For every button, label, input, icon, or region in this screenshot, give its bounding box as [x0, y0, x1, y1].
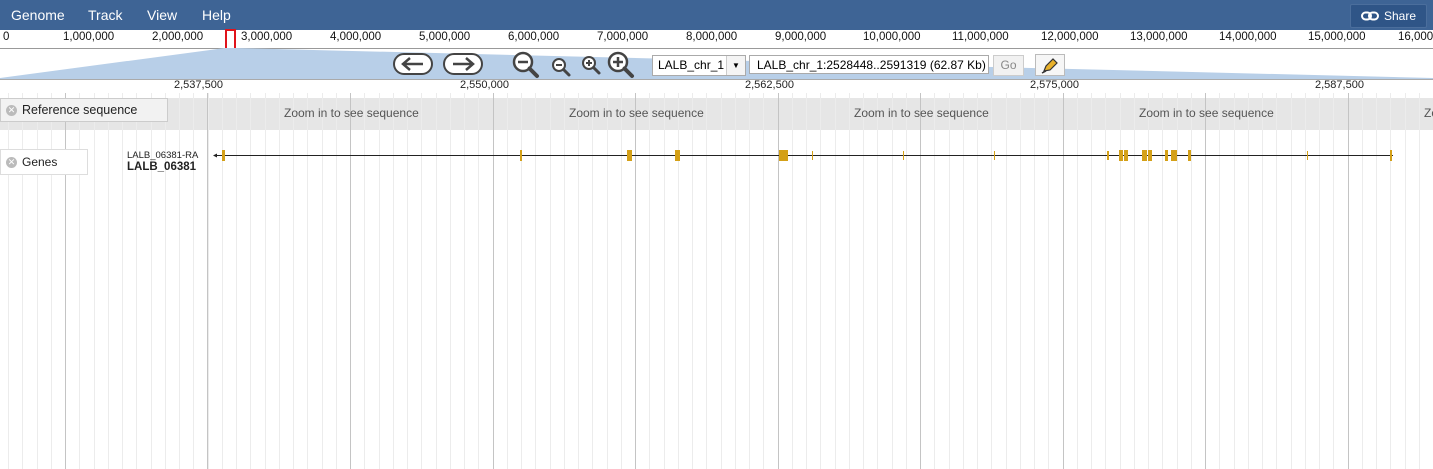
go-button[interactable]: Go [993, 55, 1024, 76]
share-label: Share [1383, 9, 1416, 23]
nav-left-button[interactable] [393, 53, 433, 75]
overview-label: 11,000,000 [952, 31, 1009, 43]
overview-position-marker[interactable] [225, 29, 236, 50]
ruler-label: 2,537,500 [174, 79, 223, 91]
menu-genome[interactable]: Genome [11, 0, 65, 30]
overview-label: 1,000,000 [63, 31, 115, 43]
grid-line-minor [122, 93, 123, 469]
transcript-label: LALB_06381-RA [127, 150, 199, 161]
zoom-out-button[interactable] [550, 56, 572, 78]
track-label-reference[interactable]: ✕ Reference sequence [0, 98, 168, 122]
overview-label: 13,000,000 [1130, 31, 1188, 43]
zoom-out-big-button[interactable] [511, 51, 541, 79]
nav-right-button[interactable] [443, 53, 483, 75]
grid-line-minor [94, 93, 95, 469]
overview-label: 4,000,000 [330, 31, 382, 43]
overview-label: 8,000,000 [686, 31, 738, 43]
overview-label: 12,000,000 [1041, 31, 1099, 43]
menu-view[interactable]: View [147, 0, 177, 30]
overview-label: 5,000,000 [419, 31, 471, 43]
ruler-label: 2,562,500 [745, 79, 794, 91]
chevron-down-icon: ▼ [726, 56, 745, 75]
share-button[interactable]: Share [1349, 4, 1427, 28]
grid-line-major [207, 93, 208, 469]
track-label-text: Genes [22, 155, 58, 169]
highlight-button[interactable] [1035, 54, 1065, 76]
overview-label: 0 [3, 31, 10, 43]
zoom-in-big-button[interactable] [606, 51, 636, 79]
track-label-text: Reference sequence [22, 103, 138, 117]
ruler-label: 2,587,500 [1315, 79, 1364, 91]
track-label-genes[interactable]: ✕ Genes [0, 149, 88, 175]
zoom-in-icon [582, 56, 601, 75]
close-icon[interactable]: ✕ [6, 104, 17, 116]
zoom-in-message: Zoom in to see sequence [1139, 106, 1274, 120]
overview-label: 10,000,000 [863, 31, 921, 43]
link-icon [1360, 11, 1379, 21]
zoom-in-message: Zo [1424, 106, 1433, 120]
menu-track[interactable]: Track [88, 0, 122, 30]
location-input[interactable]: LALB_chr_1:2528448..2591319 (62.87 Kb) [749, 55, 989, 74]
ruler-label: 2,550,000 [460, 79, 509, 91]
overview-label: 14,000,000 [1219, 31, 1277, 43]
menu-bar: Genome Track View Help Share [0, 0, 1433, 30]
overview-label: 7,000,000 [597, 31, 649, 43]
overview-label: 3,000,000 [241, 31, 293, 43]
ruler-label: 2,575,000 [1030, 79, 1079, 91]
zoom-in-message: Zoom in to see sequence [569, 106, 704, 120]
zoom-out-big-icon [512, 51, 539, 78]
close-icon[interactable]: ✕ [6, 156, 17, 168]
overview-scale[interactable]: 0 1,000,000 2,000,000 3,000,000 4,000,00… [0, 30, 1433, 49]
zoom-in-big-icon [607, 51, 634, 78]
grid-line-minor [108, 93, 109, 469]
gene-feature[interactable] [210, 148, 1400, 164]
grid-line-minor [208, 93, 209, 469]
chromosome-select[interactable]: LALB_chr_1 ▼ [652, 55, 746, 76]
chromosome-select-value: LALB_chr_1 [658, 58, 724, 72]
arrow-left-icon [393, 53, 433, 75]
zoom-in-message: Zoom in to see sequence [284, 106, 419, 120]
zoom-in-button[interactable] [580, 54, 602, 76]
overview-label: 9,000,000 [775, 31, 827, 43]
overview-label: 6,000,000 [508, 31, 560, 43]
arrow-right-icon [443, 53, 483, 75]
gene-label: LALB_06381 [127, 161, 197, 173]
overview-label: 2,000,000 [152, 31, 204, 43]
menu-help[interactable]: Help [202, 0, 231, 30]
overview-label: 16,000, [1398, 31, 1433, 43]
zoom-in-message: Zoom in to see sequence [854, 106, 989, 120]
grid-line-minor [1419, 93, 1420, 469]
highlighter-icon [1041, 58, 1058, 74]
grid-line-minor [1405, 93, 1406, 469]
overview-label: 15,000,000 [1308, 31, 1366, 43]
zoom-out-icon [552, 58, 571, 77]
